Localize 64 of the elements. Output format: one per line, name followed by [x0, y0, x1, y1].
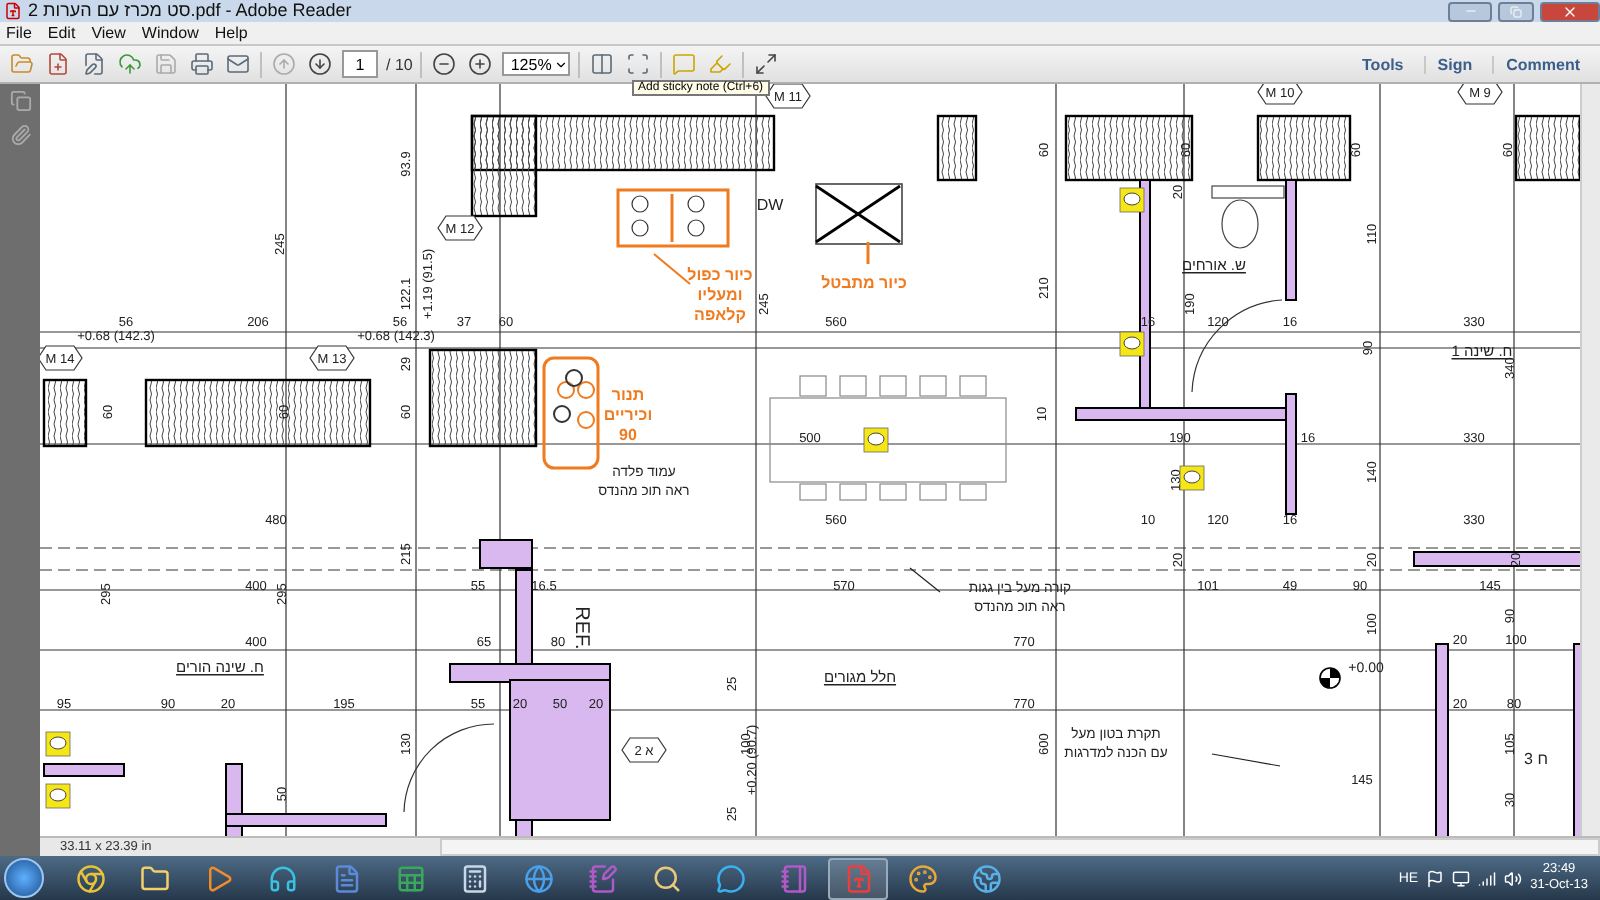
menu-item[interactable]: View [91, 24, 126, 42]
menu-item[interactable]: Help [214, 24, 248, 42]
partition-wall [1285, 179, 1297, 301]
zoom-in-icon[interactable] [466, 50, 495, 78]
annotation-note: כיור כפול ומעליו קלאפה [687, 266, 753, 324]
pdf-icon[interactable] [828, 857, 888, 899]
restore-icon [1510, 5, 1522, 17]
speaker-icon[interactable] [1504, 869, 1523, 887]
maximize-button[interactable] [1498, 1, 1534, 21]
full-screen-icon[interactable] [752, 50, 781, 78]
hatched-wall [1064, 114, 1194, 182]
toilet-drawing [1211, 185, 1285, 249]
panel-tab[interactable]: Tools [1350, 55, 1416, 73]
fixture-label: REF. [570, 606, 592, 650]
monitor-icon[interactable] [1452, 869, 1471, 887]
zoom-out-icon[interactable] [430, 50, 459, 78]
zoom-dropdown[interactable]: 125% [502, 52, 571, 76]
page-number-field[interactable]: 1 [342, 50, 378, 78]
fixture-label: DW [756, 196, 784, 214]
scrolling-mode-icon[interactable] [588, 50, 617, 78]
close-icon [1562, 3, 1578, 19]
caret-icon [554, 57, 569, 71]
panel-tab[interactable]: Comment [1492, 55, 1592, 73]
menu-item[interactable]: File [6, 24, 32, 42]
next-page-icon[interactable] [306, 50, 334, 78]
crossed-sink-drawing [815, 183, 903, 264]
cloud-upload-icon[interactable] [116, 50, 144, 78]
leader-line [1211, 753, 1281, 767]
mail-icon[interactable] [224, 50, 252, 78]
leader-line [909, 567, 941, 593]
sticky-note-icon[interactable] [45, 783, 71, 809]
pdf-icon [4, 2, 22, 20]
flag-icon[interactable] [1426, 869, 1445, 887]
level-symbol-icon [1319, 667, 1341, 689]
open-folder-icon[interactable] [8, 50, 36, 78]
horizontal-scrollbar[interactable] [440, 838, 1600, 856]
sticky-note-icon[interactable] [863, 427, 889, 453]
sticky-note-icon[interactable] [1119, 187, 1145, 213]
fixture-label: 3 ח [1524, 750, 1548, 768]
page-count: / 10 [386, 55, 413, 73]
vertical-scrollbar[interactable] [1580, 84, 1600, 836]
partition-wall [43, 763, 125, 777]
sticky-note-icon[interactable] [1119, 331, 1145, 357]
print-icon[interactable] [188, 50, 216, 78]
hatched-wall [42, 378, 88, 448]
create-file-icon[interactable] [44, 50, 72, 78]
start-button[interactable] [4, 858, 44, 898]
annotation-note: כיור מתבטל [821, 274, 907, 292]
sticky-note-icon[interactable] [1179, 465, 1205, 491]
signal-icon[interactable] [1478, 869, 1497, 887]
panel-tab[interactable]: Sign [1423, 55, 1485, 73]
paperclip-icon[interactable] [9, 124, 31, 146]
sticky-note-icon[interactable] [45, 731, 71, 757]
minimize-icon [1463, 4, 1477, 18]
minimize-button[interactable] [1448, 1, 1492, 21]
edit-file-icon[interactable] [80, 50, 108, 78]
menu-item[interactable]: Window [141, 24, 199, 42]
close-button[interactable] [1540, 1, 1600, 21]
hatched-wall [428, 348, 538, 448]
hatched-wall [936, 114, 978, 182]
hatched-wall [1256, 114, 1352, 182]
menu-item[interactable]: Edit [47, 24, 76, 42]
fit-page-icon[interactable] [624, 50, 653, 78]
window-title: סט מכרז עם הערות 2.pdf - Adobe Reader [28, 0, 354, 22]
